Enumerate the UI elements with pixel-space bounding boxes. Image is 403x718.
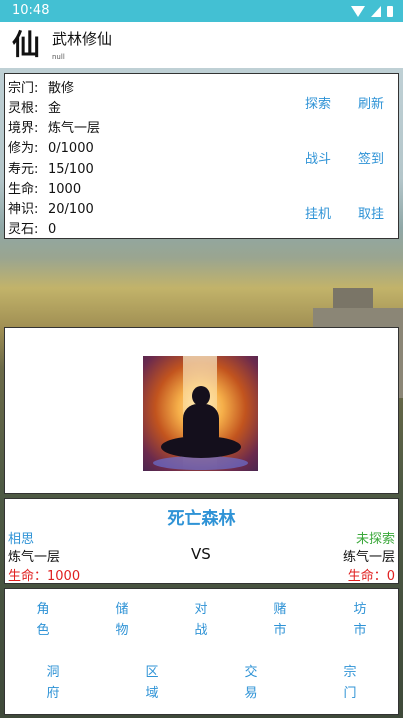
nav-market[interactable]: 坊市 [352, 599, 368, 641]
nav-pvp[interactable]: 对战 [193, 599, 209, 641]
signal-icon [371, 5, 381, 17]
app-header: 仙 武林修仙 null [0, 22, 403, 69]
explore-button[interactable]: 探索 [305, 93, 331, 112]
battery-icon [387, 5, 393, 17]
stat-label: 修为: [8, 141, 39, 156]
stat-value: 0/1000 [48, 141, 94, 156]
stat-row-root: 灵根: 金 [8, 97, 61, 116]
stat-row-sect: 宗门: 散修 [8, 77, 74, 96]
battle-button[interactable]: 战斗 [305, 148, 331, 167]
stat-value: 炼气一层 [48, 121, 101, 136]
stat-value: 1000 [48, 182, 82, 197]
zone-title: 死亡森林 [167, 509, 236, 529]
stat-row-cultivation: 修为: 0/1000 [8, 137, 94, 156]
stat-value: 散修 [48, 81, 75, 96]
battle-panel: 死亡森林 相思 炼气一层 生命：1000 VS 未探索 练气一层 生命：0 [4, 498, 399, 584]
nav-trade[interactable]: 交易 [243, 662, 259, 704]
main-navigation: 角色 储物 对战 赌市 坊市 洞府 区域 交易 宗门 [4, 588, 399, 715]
portrait-head [192, 386, 210, 406]
refresh-button[interactable]: 刷新 [358, 93, 384, 112]
stat-value: 0 [48, 222, 57, 237]
player-hp: 生命：1000 [8, 569, 81, 584]
portrait-body [183, 404, 219, 440]
wifi-icon [351, 5, 365, 17]
stat-value: 20/100 [48, 202, 94, 217]
stat-row-lifespan: 寿元: 15/100 [8, 158, 94, 177]
stat-label: 灵石: [8, 222, 39, 237]
enemy-realm: 练气一层 [342, 550, 395, 565]
stat-label: 寿元: [8, 162, 39, 177]
vs-label: VS [191, 545, 211, 563]
nav-region[interactable]: 区域 [144, 662, 160, 704]
nav-sect[interactable]: 宗门 [342, 662, 358, 704]
character-portrait-panel [4, 327, 399, 494]
stat-row-hp: 生命: 1000 [8, 178, 81, 197]
stat-label: 生命: [8, 182, 39, 197]
character-stats-panel: 宗门: 散修 灵根: 金 境界: 炼气一层 修为: 0/1000 寿元: 15/100 生… [4, 73, 399, 239]
stat-value: 15/100 [48, 162, 94, 177]
status-bar: 10:48 [0, 0, 403, 22]
checkin-button[interactable]: 签到 [358, 148, 384, 167]
meditating-cultivator-image [143, 356, 258, 471]
enemy-name: 未探索 [355, 532, 395, 547]
app-subtitle: null [52, 53, 65, 61]
app-title: 武林修仙 [52, 30, 113, 48]
nav-character[interactable]: 角色 [35, 599, 51, 641]
player-realm: 炼气一层 [8, 550, 61, 565]
stat-row-spirit: 神识: 20/100 [8, 198, 94, 217]
stat-row-stones: 灵石: 0 [8, 218, 56, 237]
stat-label: 境界: [8, 121, 39, 136]
idle-button[interactable]: 挂机 [305, 203, 331, 222]
player-name: 相思 [8, 532, 35, 547]
nav-storage[interactable]: 储物 [114, 599, 130, 641]
portrait-base [153, 456, 248, 470]
stat-label: 神识: [8, 202, 39, 217]
stat-label: 灵根: [8, 101, 39, 116]
status-icons [351, 5, 393, 17]
cancel-idle-button[interactable]: 取挂 [358, 203, 384, 222]
nav-cave[interactable]: 洞府 [45, 662, 61, 704]
app-logo: 仙 [11, 28, 40, 61]
enemy-hp: 生命：0 [347, 569, 395, 584]
nav-gambling[interactable]: 赌市 [272, 599, 288, 641]
stat-row-realm: 境界: 炼气一层 [8, 117, 100, 136]
stat-label: 宗门: [8, 81, 39, 96]
status-time: 10:48 [12, 3, 50, 18]
stat-value: 金 [48, 101, 62, 116]
